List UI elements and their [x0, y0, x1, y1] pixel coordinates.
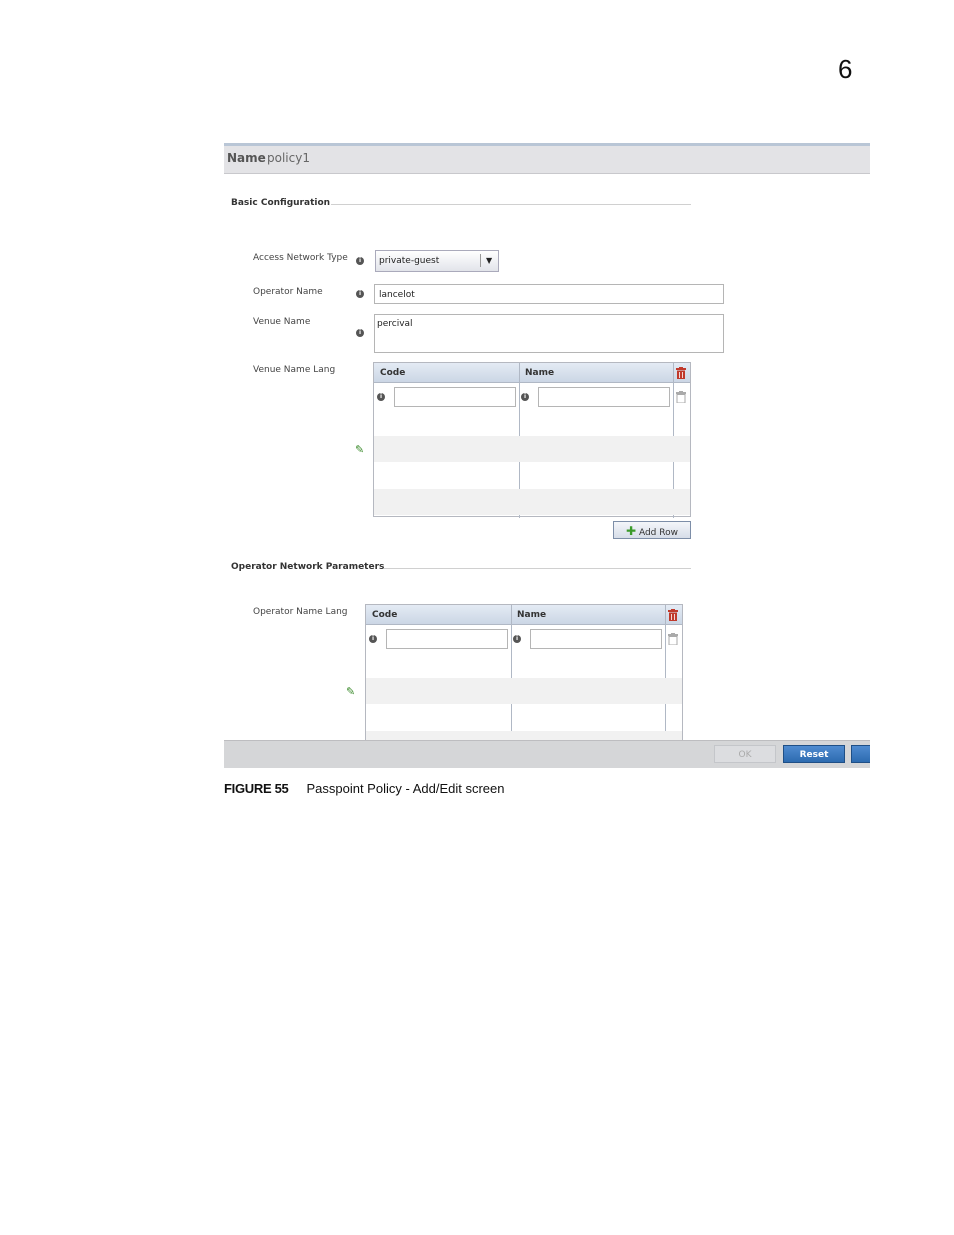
trash-icon[interactable]: [668, 609, 678, 621]
column-header-code: Code: [366, 605, 511, 625]
name-input[interactable]: [538, 387, 670, 407]
select-separator: [480, 254, 481, 267]
column-header-name: Name: [519, 363, 673, 383]
trash-icon[interactable]: [676, 367, 686, 379]
ok-button[interactable]: OK: [714, 745, 776, 763]
pencil-icon[interactable]: ✎: [355, 443, 364, 456]
info-icon: i: [369, 635, 377, 643]
pencil-icon[interactable]: ✎: [346, 685, 355, 698]
access-network-type-value: private-guest: [379, 256, 440, 266]
operator-name-label: Operator Name: [253, 287, 323, 297]
figure-title: Passpoint Policy - Add/Edit screen: [306, 781, 505, 796]
venue-name-lang-label: Venue Name Lang: [253, 365, 336, 375]
chapter-number: 6: [838, 54, 853, 84]
exit-button[interactable]: [851, 745, 870, 763]
operator-network-title: Operator Network Parameters: [231, 562, 385, 572]
name-value: policy1: [267, 151, 310, 165]
add-row-button[interactable]: ✚ Add Row: [613, 521, 691, 539]
reset-button[interactable]: Reset: [783, 745, 845, 763]
dropdown-arrow-icon[interactable]: ▼: [486, 256, 492, 265]
table-row: [374, 489, 690, 515]
name-label: Name: [227, 151, 266, 165]
table-row: [366, 678, 682, 704]
code-input[interactable]: [394, 387, 516, 407]
add-row-label: Add Row: [638, 528, 678, 538]
section-divider: [331, 204, 691, 205]
section-divider: [384, 568, 691, 569]
code-input[interactable]: [386, 629, 508, 649]
venue-name-label: Venue Name: [253, 317, 311, 327]
name-bar: Name policy1: [224, 143, 870, 174]
trash-icon: [676, 391, 686, 403]
access-network-type-label: Access Network Type: [253, 253, 348, 263]
info-icon: i: [356, 329, 364, 337]
venue-name-textarea[interactable]: percival: [374, 314, 724, 353]
info-icon: i: [356, 290, 364, 298]
operator-name-lang-label: Operator Name Lang: [253, 607, 348, 617]
info-icon: i: [521, 393, 529, 401]
trash-icon: [668, 633, 678, 645]
dialog-footer: OK Reset: [224, 740, 870, 768]
info-icon: i: [377, 393, 385, 401]
access-network-type-select[interactable]: private-guest ▼: [375, 250, 499, 272]
figure-caption: FIGURE 55 Passpoint Policy - Add/Edit scr…: [224, 781, 504, 796]
operator-name-input[interactable]: lancelot: [374, 284, 724, 304]
figure-number: FIGURE 55: [224, 781, 289, 796]
basic-config-title: Basic Configuration: [231, 198, 331, 208]
name-input[interactable]: [530, 629, 662, 649]
info-icon: i: [513, 635, 521, 643]
info-icon: i: [356, 257, 364, 265]
venue-name-lang-table: Code Name i i: [373, 362, 691, 518]
column-header-name: Name: [511, 605, 665, 625]
passpoint-policy-screen: Name policy1 Basic Configuration Access …: [224, 143, 870, 768]
table-row: [374, 436, 690, 462]
column-header-code: Code: [374, 363, 519, 383]
add-icon: ✚: [626, 524, 637, 538]
